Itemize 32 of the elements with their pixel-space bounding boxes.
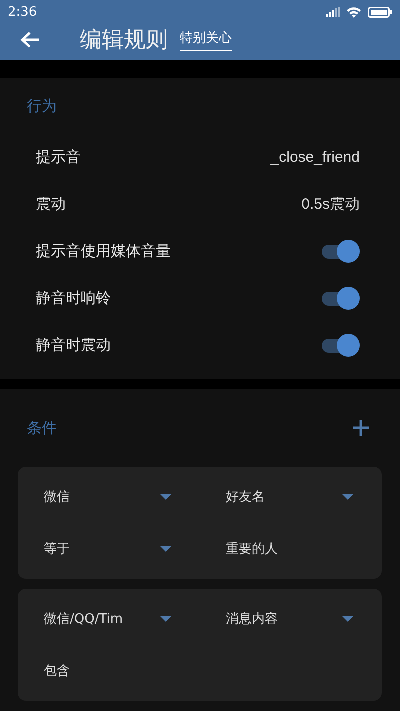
- dropdown-value[interactable]: 微信: [44, 488, 70, 506]
- setting-value[interactable]: 0.5s震动: [302, 195, 360, 214]
- battery-icon: [368, 6, 392, 18]
- dropdown-caret-icon: [342, 494, 354, 500]
- dropdown-value[interactable]: 微信/QQ/Tim: [44, 610, 124, 628]
- back-arrow-icon[interactable]: [20, 31, 40, 49]
- setting-value[interactable]: _close_friend: [270, 149, 360, 166]
- dropdown-caret-icon: [160, 494, 172, 500]
- setting-label: 提示音使用媒体音量: [36, 242, 171, 261]
- toggle-switch[interactable]: [322, 334, 360, 357]
- rule-name-field[interactable]: 特别关心: [180, 29, 232, 51]
- dropdown-value[interactable]: 等于: [44, 540, 70, 558]
- dropdown-caret-icon: [160, 616, 172, 622]
- setting-label: 提示音: [36, 148, 81, 167]
- toggle-switch[interactable]: [322, 240, 360, 263]
- condition-text[interactable]: 包含: [44, 662, 70, 680]
- toggle-switch[interactable]: [322, 287, 360, 310]
- add-icon[interactable]: [352, 419, 370, 437]
- dropdown-caret-icon: [160, 546, 172, 552]
- condition-text[interactable]: 重要的人: [226, 540, 278, 558]
- page-title: 编辑规则: [80, 27, 168, 55]
- setting-label: 静音时震动: [36, 336, 111, 355]
- wifi-icon: [346, 6, 362, 18]
- setting-label: 静音时响铃: [36, 289, 111, 308]
- dropdown-value[interactable]: 好友名: [226, 488, 265, 506]
- section-title: 行为: [27, 96, 57, 116]
- setting-label: 震动: [36, 195, 66, 214]
- status-time: 2:36: [8, 4, 38, 20]
- dropdown-caret-icon: [342, 616, 354, 622]
- section-title: 条件: [27, 418, 57, 438]
- dropdown-value[interactable]: 消息内容: [226, 610, 278, 628]
- signal-icon: [326, 7, 340, 17]
